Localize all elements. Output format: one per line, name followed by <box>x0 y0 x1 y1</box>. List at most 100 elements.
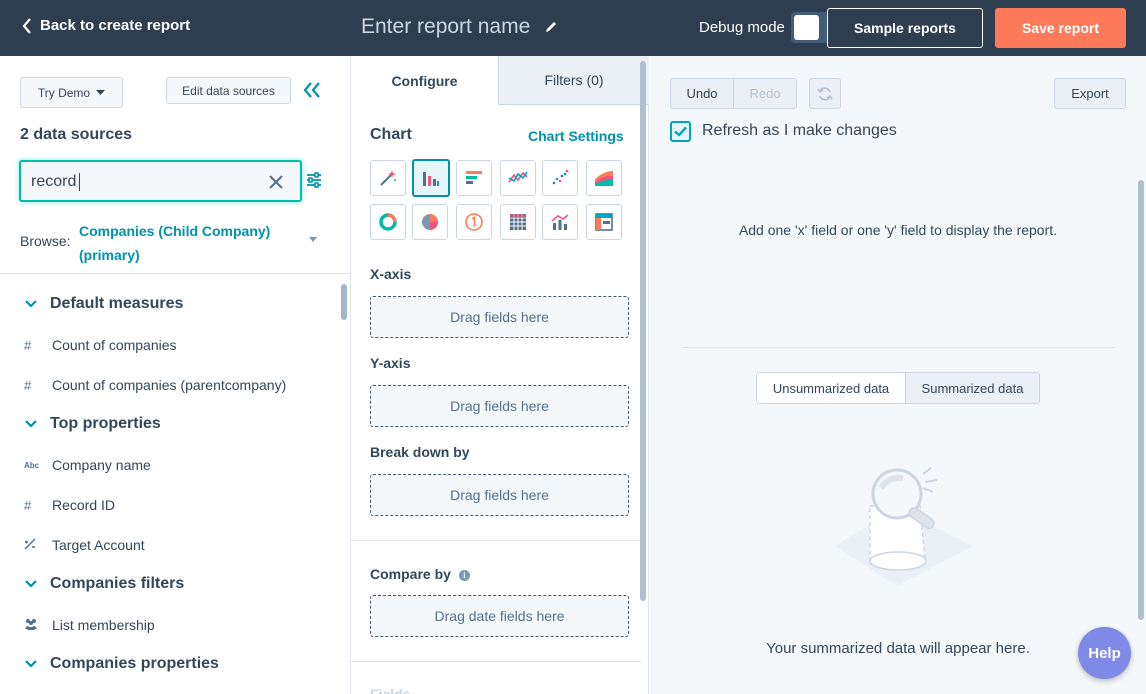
number-icon: # <box>24 377 32 393</box>
field-label: Count of companies <box>52 337 177 353</box>
boolean-icon <box>24 538 52 553</box>
section-label: Companies properties <box>50 655 219 672</box>
number-icon: # <box>24 497 32 513</box>
refresh-checkbox[interactable] <box>670 121 691 142</box>
bar-chart-icon <box>466 171 482 184</box>
data-source-count: 2 data sources <box>20 126 133 143</box>
chart-type-column[interactable] <box>412 159 450 197</box>
summarized-data-message: Your summarized data will appear here. <box>766 640 1030 657</box>
sample-reports-button[interactable]: Sample reports <box>827 8 983 48</box>
collapse-panel-icon[interactable] <box>303 82 321 98</box>
compare-by-label: Compare by i <box>370 566 470 582</box>
chart-type-magic-wand[interactable] <box>370 160 406 196</box>
field-list-membership[interactable]: List membership <box>24 614 155 636</box>
refresh-checkbox-label[interactable]: Refresh as I make changes <box>702 122 897 140</box>
chevron-down-icon <box>25 420 37 428</box>
report-preview-panel: Undo Redo Export Refresh as I make chang… <box>650 56 1146 694</box>
pie-chart-icon <box>422 214 438 230</box>
chart-type-donut[interactable] <box>370 204 406 240</box>
donut-chart-icon <box>379 213 397 231</box>
field-count-of-companies[interactable]: # Count of companies <box>24 334 177 356</box>
field-label: Company name <box>52 457 151 473</box>
magnifying-glass-illustration <box>835 467 973 586</box>
section-companies-filters[interactable]: Companies filters <box>24 572 184 596</box>
field-label: Count of companies (parentcompany) <box>52 377 287 393</box>
field-label: Target Account <box>52 537 145 553</box>
scrollbar[interactable] <box>1138 180 1144 620</box>
search-value: record <box>31 173 77 191</box>
chevron-down-icon <box>25 660 37 668</box>
break-down-dropzone[interactable]: Drag fields here <box>370 474 629 516</box>
clear-search-icon[interactable] <box>268 174 284 190</box>
section-label: Top properties <box>50 415 161 432</box>
section-label: Companies filters <box>50 575 185 592</box>
chart-heading: Chart <box>370 126 412 143</box>
empty-report-message: Add one 'x' field or one 'y' field to di… <box>738 222 1058 238</box>
browse-source-select[interactable]: Companies (Child Company) (primary) <box>79 219 294 267</box>
chart-type-combo[interactable] <box>542 204 578 240</box>
undo-button[interactable]: Undo <box>670 78 734 109</box>
chart-settings-link[interactable]: Chart Settings <box>528 128 624 144</box>
chart-type-scatter[interactable] <box>542 160 578 196</box>
edit-data-sources-button[interactable]: Edit data sources <box>166 77 291 104</box>
info-icon[interactable]: i <box>458 569 470 581</box>
magic-wand-icon <box>380 170 396 186</box>
help-button[interactable]: Help <box>1078 627 1131 679</box>
pencil-icon[interactable] <box>544 20 558 34</box>
summarized-data-tab[interactable]: Summarized data <box>905 372 1040 404</box>
chart-type-pie[interactable] <box>412 204 448 240</box>
field-label: Record ID <box>52 497 116 513</box>
divider <box>351 540 641 541</box>
scrollbar[interactable] <box>640 61 646 601</box>
field-company-name[interactable]: Abc Company name <box>24 454 151 476</box>
redo-button[interactable]: Redo <box>733 78 797 109</box>
section-default-measures[interactable]: Default measures <box>24 292 183 316</box>
chart-type-area[interactable] <box>586 160 622 196</box>
chart-type-line[interactable] <box>500 160 536 196</box>
y-axis-dropzone[interactable]: Drag fields here <box>370 385 629 427</box>
save-report-button[interactable]: Save report <box>995 8 1126 48</box>
chart-type-summary[interactable] <box>456 204 492 240</box>
report-name-field[interactable]: Enter report name <box>361 15 558 39</box>
back-label: Back to create report <box>40 17 191 34</box>
caret-down-icon <box>96 89 106 95</box>
caret-down-icon[interactable] <box>309 237 317 242</box>
scatter-chart-icon <box>552 169 569 185</box>
field-target-account[interactable]: Target Account <box>24 534 145 556</box>
data-sources-panel: Try Demo Edit data sources 2 data source… <box>0 56 351 694</box>
x-axis-dropzone[interactable]: Drag fields here <box>370 296 629 338</box>
section-companies-properties[interactable]: Companies properties <box>24 652 219 676</box>
section-label: Default measures <box>50 295 184 312</box>
tab-filters[interactable]: Filters (0) <box>499 56 649 105</box>
text-type-icon: Abc <box>24 460 40 470</box>
scrollbar[interactable] <box>341 284 347 320</box>
try-demo-dropdown[interactable]: Try Demo <box>20 77 123 108</box>
debug-mode-label: Debug mode <box>699 19 785 36</box>
back-to-create-report-link[interactable]: Back to create report <box>22 17 190 34</box>
line-chart-icon <box>508 171 528 183</box>
refresh-icon <box>817 86 833 101</box>
field-label: List membership <box>52 617 155 633</box>
top-header: Back to create report Enter report name … <box>0 0 1146 56</box>
compare-by-dropzone[interactable]: Drag date fields here <box>370 595 629 637</box>
text-caret <box>79 173 81 191</box>
divider <box>682 347 1114 348</box>
report-name-placeholder: Enter report name <box>361 15 531 38</box>
filter-settings-icon[interactable] <box>306 172 322 188</box>
pivot-table-icon <box>595 213 613 231</box>
chart-type-table[interactable] <box>500 204 536 240</box>
tab-configure[interactable]: Configure <box>351 56 499 105</box>
export-button[interactable]: Export <box>1054 78 1126 109</box>
refresh-button[interactable] <box>809 78 841 109</box>
section-top-properties[interactable]: Top properties <box>24 412 161 436</box>
summary-number-icon <box>465 213 483 231</box>
field-count-of-companies-parent[interactable]: # Count of companies (parentcompany) <box>24 374 286 396</box>
field-search-input[interactable]: record <box>19 160 302 202</box>
break-down-by-label: Break down by <box>370 444 470 460</box>
chart-type-bar[interactable] <box>456 160 492 196</box>
divider <box>0 273 350 274</box>
chart-type-pivot[interactable] <box>586 204 622 240</box>
browse-label: Browse: <box>20 233 71 249</box>
unsummarized-data-tab[interactable]: Unsummarized data <box>756 372 906 404</box>
field-record-id[interactable]: # Record ID <box>24 494 115 516</box>
